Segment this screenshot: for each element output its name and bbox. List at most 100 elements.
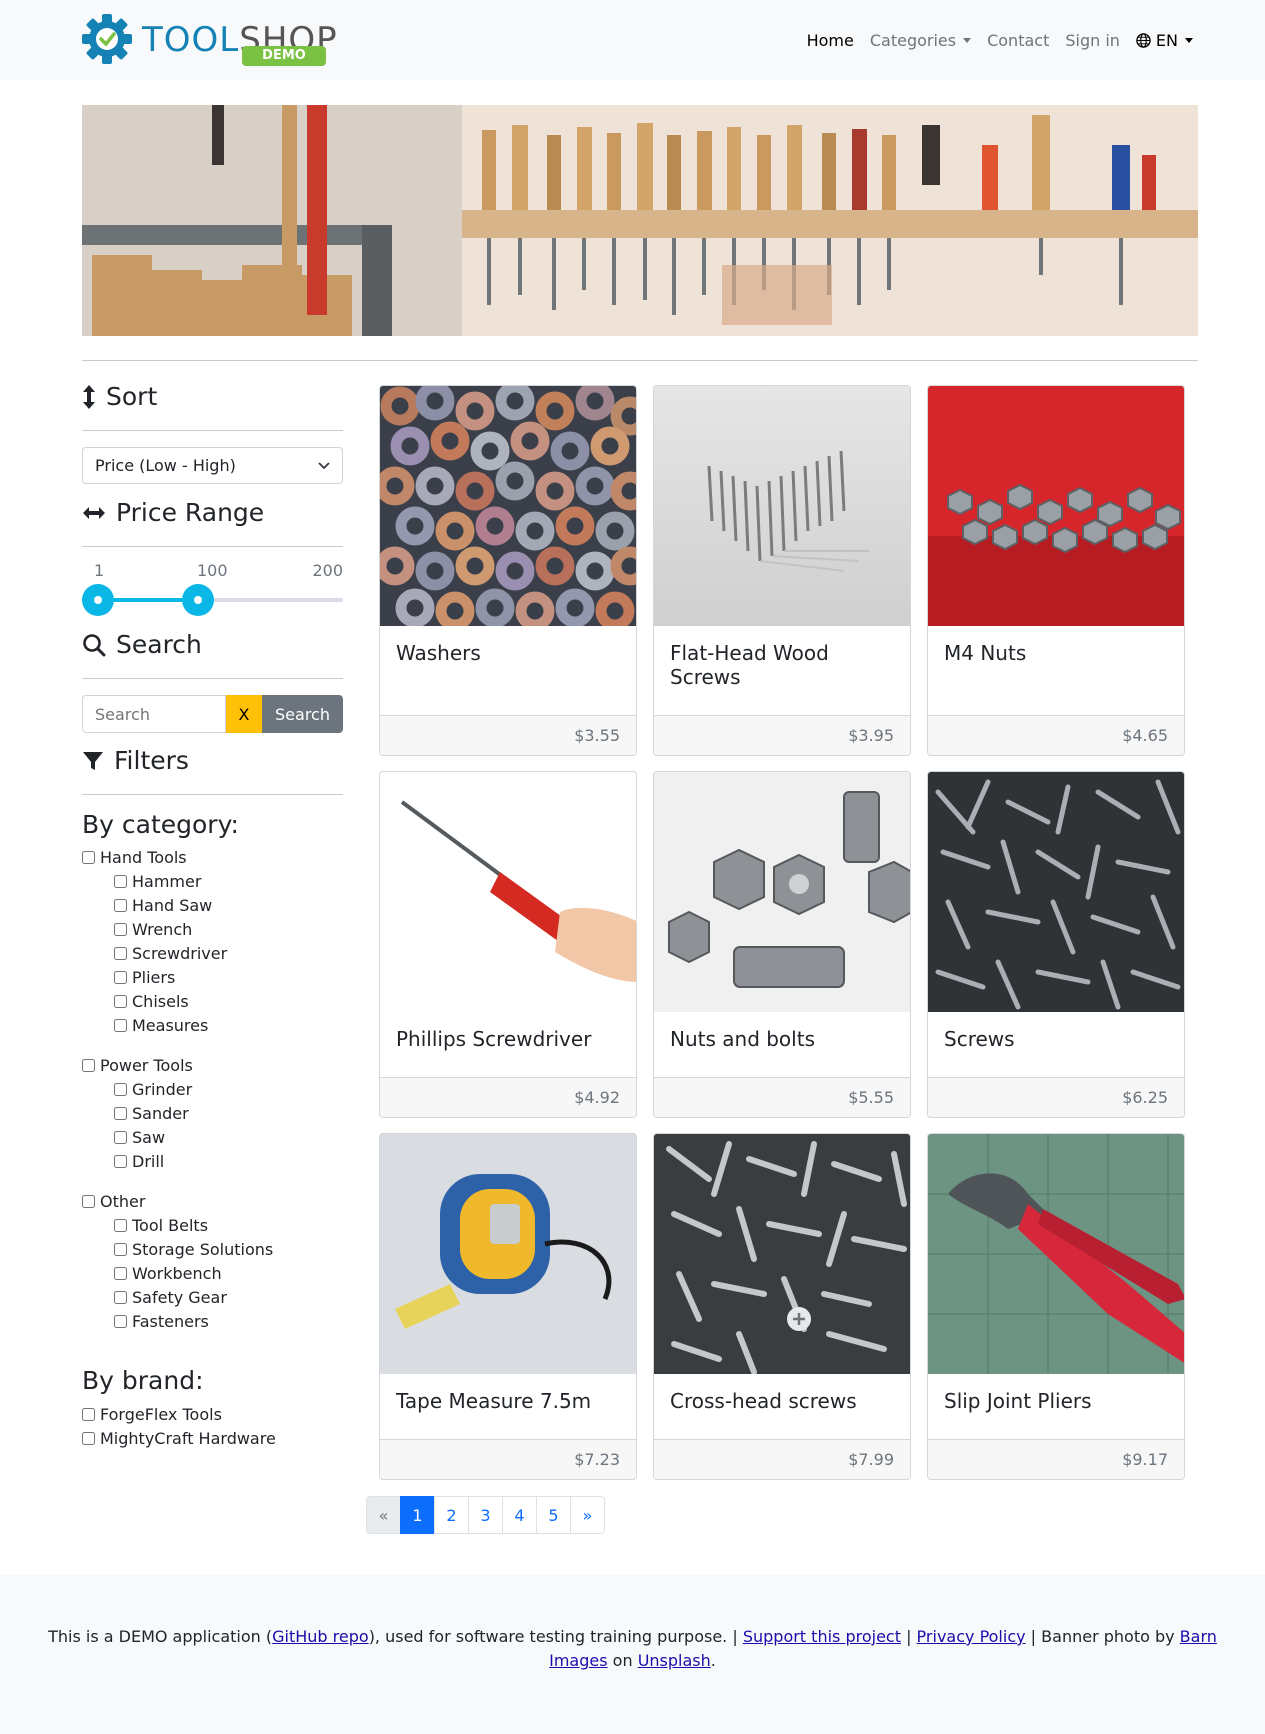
checkbox[interactable]	[82, 1195, 95, 1208]
unsplash-link[interactable]: Unsplash	[638, 1651, 711, 1670]
category-checkbox[interactable]: Grinder	[114, 1080, 192, 1099]
footer-text-part: .	[710, 1651, 716, 1670]
category-checkbox[interactable]: Wrench	[114, 920, 192, 939]
product-name: Cross-head screws	[670, 1389, 857, 1413]
checkbox[interactable]	[114, 1131, 127, 1144]
checkbox[interactable]	[114, 971, 127, 984]
sort-select[interactable]: Price (Low - High)	[82, 447, 343, 484]
price-slider-max-handle[interactable]	[182, 584, 215, 616]
category-checkbox[interactable]: Workbench	[114, 1264, 222, 1283]
pagination-page-2[interactable]: 2	[434, 1496, 469, 1534]
checkbox[interactable]	[114, 1155, 127, 1168]
brand-label: MightyCraft Hardware	[100, 1429, 276, 1448]
checkbox[interactable]	[114, 899, 127, 912]
arrows-horizontal-icon	[83, 506, 105, 519]
category-label: Screwdriver	[132, 944, 228, 963]
slider-min-label: 1	[94, 561, 105, 580]
product-image	[654, 772, 910, 1012]
category-checkbox-group[interactable]: Other	[82, 1192, 145, 1211]
product-card[interactable]: Cross-head screws $7.99	[653, 1133, 911, 1480]
category-checkbox[interactable]: Sander	[114, 1104, 189, 1123]
navbar: TOOLSHOP DEMO Home Categories Contact Si…	[0, 0, 1265, 80]
category-checkbox[interactable]: Chisels	[114, 992, 189, 1011]
checkbox[interactable]	[114, 1107, 127, 1120]
footer: This is a DEMO application (GitHub repo)…	[0, 1575, 1265, 1734]
language-dropdown[interactable]: EN	[1128, 31, 1201, 50]
category-checkbox[interactable]: Drill	[114, 1152, 164, 1171]
pagination-page-4[interactable]: 4	[502, 1496, 537, 1534]
checkbox[interactable]	[82, 851, 95, 864]
checkbox[interactable]	[114, 923, 127, 936]
price-slider-min-handle[interactable]	[82, 584, 114, 616]
product-card[interactable]: Flat-Head Wood Screws $3.95	[653, 385, 911, 756]
brand-checkbox[interactable]: ForgeFlex Tools	[82, 1405, 222, 1424]
checkbox[interactable]	[114, 1267, 127, 1280]
search-input[interactable]	[82, 695, 226, 733]
product-price: $7.99	[654, 1439, 910, 1479]
category-checkbox-group[interactable]: Hand Tools	[82, 848, 187, 867]
category-checkbox[interactable]: Fasteners	[114, 1312, 209, 1331]
checkbox[interactable]	[114, 875, 127, 888]
checkbox[interactable]	[82, 1408, 95, 1421]
category-label: Hammer	[132, 872, 202, 891]
category-checkbox[interactable]: Safety Gear	[114, 1288, 227, 1307]
clear-search-button[interactable]: X	[226, 695, 262, 733]
checkbox[interactable]	[114, 1291, 127, 1304]
category-checkbox[interactable]: Pliers	[114, 968, 175, 987]
category-checkbox[interactable]: Hand Saw	[114, 896, 212, 915]
product-card[interactable]: Nuts and bolts $5.55	[653, 771, 911, 1118]
product-name: M4 Nuts	[944, 641, 1027, 665]
category-checkbox[interactable]: Hammer	[114, 872, 201, 891]
checkbox[interactable]	[114, 1243, 127, 1256]
product-card[interactable]: Tape Measure 7.5m $7.23	[379, 1133, 637, 1480]
category-label: Pliers	[132, 968, 176, 987]
category-checkbox[interactable]: Saw	[114, 1128, 165, 1147]
category-label: Drill	[132, 1152, 165, 1171]
pagination-page-1[interactable]: 1	[400, 1496, 435, 1534]
category-label: Other	[100, 1192, 146, 1211]
pagination-prev[interactable]: «	[366, 1496, 401, 1534]
product-name: Washers	[396, 641, 481, 665]
checkbox[interactable]	[114, 1219, 127, 1232]
nav-sign-in[interactable]: Sign in	[1057, 31, 1128, 50]
category-checkbox[interactable]: Tool Belts	[114, 1216, 208, 1235]
checkbox[interactable]	[114, 1019, 127, 1032]
support-project-link[interactable]: Support this project	[743, 1627, 901, 1646]
product-price: $3.95	[654, 715, 910, 755]
search-icon	[83, 633, 106, 656]
product-card[interactable]: Slip Joint Pliers $9.17	[927, 1133, 1185, 1480]
product-card[interactable]: Phillips Screwdriver $4.92	[379, 771, 637, 1118]
checkbox[interactable]	[114, 995, 127, 1008]
toolshop-logo[interactable]: TOOLSHOP DEMO	[82, 14, 337, 68]
privacy-policy-link[interactable]: Privacy Policy	[917, 1627, 1026, 1646]
search-button[interactable]: Search	[262, 695, 343, 733]
checkbox[interactable]	[114, 947, 127, 960]
category-checkbox-group[interactable]: Power Tools	[82, 1056, 193, 1075]
nav-home[interactable]: Home	[799, 31, 862, 50]
product-image	[654, 1134, 910, 1374]
product-price: $5.55	[654, 1077, 910, 1117]
pagination-page-5[interactable]: 5	[536, 1496, 571, 1534]
banner-image	[82, 105, 1198, 336]
category-checkbox[interactable]: Measures	[114, 1016, 208, 1035]
brand-checkbox[interactable]: MightyCraft Hardware	[82, 1429, 276, 1448]
product-card[interactable]: Washers $3.55	[379, 385, 637, 756]
pagination-next[interactable]: »	[570, 1496, 605, 1534]
caret-down-icon	[1185, 37, 1193, 43]
nav-contact[interactable]: Contact	[979, 31, 1057, 50]
nav-categories-dropdown[interactable]: Categories	[862, 31, 979, 50]
product-name: Slip Joint Pliers	[944, 1389, 1092, 1413]
category-checkbox[interactable]: Screwdriver	[114, 944, 227, 963]
pagination-page-3[interactable]: 3	[468, 1496, 503, 1534]
checkbox[interactable]	[114, 1083, 127, 1096]
product-price: $7.23	[380, 1439, 636, 1479]
product-card[interactable]: M4 Nuts $4.65	[927, 385, 1185, 756]
checkbox[interactable]	[82, 1432, 95, 1445]
divider	[82, 794, 343, 795]
github-repo-link[interactable]: GitHub repo	[272, 1627, 369, 1646]
checkbox[interactable]	[82, 1059, 95, 1072]
category-checkbox[interactable]: Storage Solutions	[114, 1240, 273, 1259]
checkbox[interactable]	[114, 1315, 127, 1328]
product-card[interactable]: Screws $6.25	[927, 771, 1185, 1118]
category-label: Power Tools	[100, 1056, 193, 1075]
